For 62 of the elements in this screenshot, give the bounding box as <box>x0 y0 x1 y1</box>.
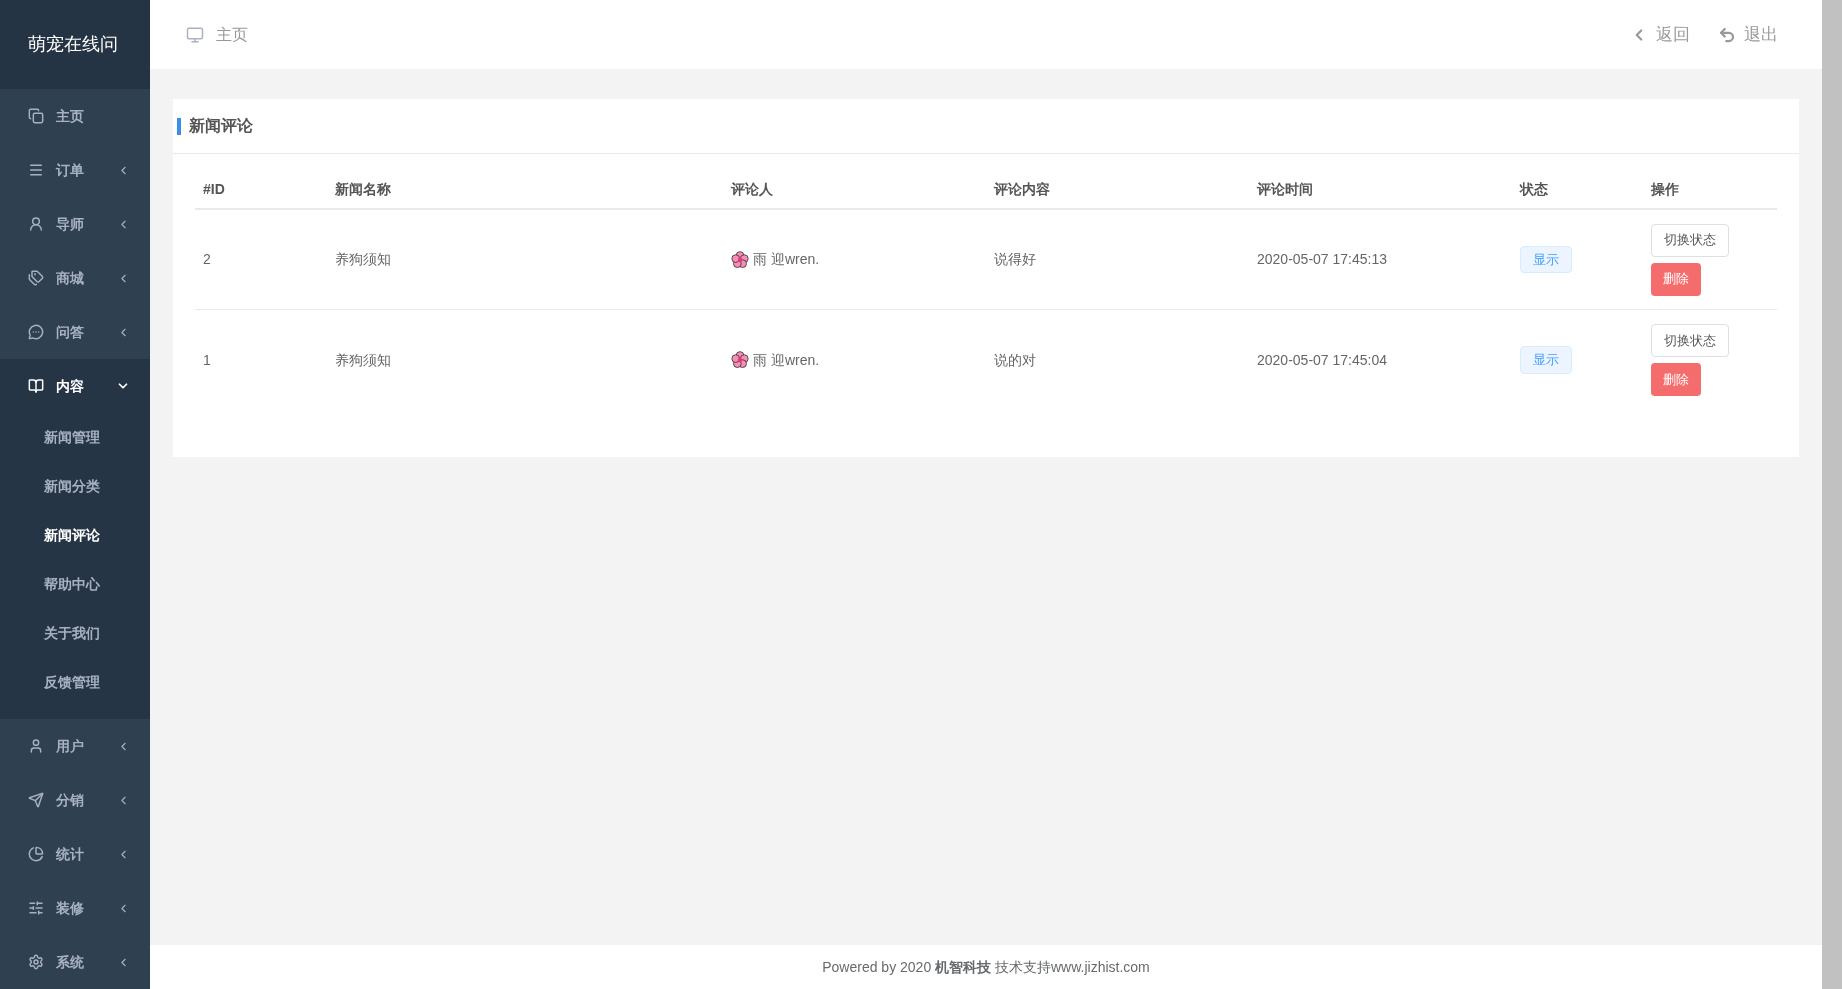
submenu-item[interactable]: 帮助中心 <box>0 560 150 609</box>
toggle-status-button[interactable]: 切换状态 <box>1651 324 1729 357</box>
table-cell-text: 1 <box>202 350 212 370</box>
nav-item[interactable]: 分销 <box>0 773 150 827</box>
back-link[interactable]: 返回 <box>1630 21 1690 48</box>
breadcrumb-link[interactable]: 主页 <box>186 22 248 47</box>
submenu-item[interactable]: 关于我们 <box>0 609 150 658</box>
logo-text: 萌宠在线问 <box>28 33 118 56</box>
column-header: 评论时间 <box>1255 179 1314 199</box>
reply-arrow-icon <box>1718 25 1736 44</box>
table-cell-text: 2020-05-07 17:45:04 <box>1256 350 1388 370</box>
logout-link[interactable]: 退出 <box>1718 21 1778 48</box>
nav-item[interactable]: 商城 <box>0 251 150 305</box>
column-header: 状态 <box>1518 179 1549 199</box>
flower-icon <box>731 250 749 269</box>
submenu-item[interactable]: 新闻分类 <box>0 462 150 511</box>
table-cell-text: 雨 迎wren. <box>753 250 820 269</box>
delete-button[interactable]: 删除 <box>1651 363 1701 396</box>
table-cell-text: 说的对 <box>993 350 1037 370</box>
column-header: 新闻名称 <box>334 179 392 199</box>
book-icon <box>28 378 44 394</box>
monitor-icon <box>186 25 204 44</box>
table-cell-text: 雨 迎wren. <box>753 350 820 370</box>
submenu-item[interactable]: 反馈管理 <box>0 658 150 707</box>
column-header: 评论人 <box>729 179 774 199</box>
status-tag: 显示 <box>1520 346 1572 374</box>
column-header: 操作 <box>1650 179 1680 199</box>
table-cell-text: 说得好 <box>993 250 1037 269</box>
menu-icon <box>28 162 44 178</box>
submenu-item[interactable]: 新闻管理 <box>0 413 150 462</box>
table-cell-text: 养狗须知 <box>334 250 392 269</box>
delete-button[interactable]: 删除 <box>1651 262 1701 296</box>
title-accent-bar <box>177 117 181 135</box>
user-icon <box>28 216 44 232</box>
nav-item[interactable]: 内容 <box>0 359 150 413</box>
settings-icon <box>28 954 44 970</box>
table-cell-text: 养狗须知 <box>334 350 392 370</box>
nav-item[interactable]: 装修 <box>0 881 150 935</box>
card-title: 新闻评论 <box>189 116 253 136</box>
table-cell-text: 2020-05-07 17:45:13 <box>1256 250 1388 269</box>
table-cell-text: 2 <box>202 250 212 269</box>
copy-icon <box>28 108 44 124</box>
footer-text: Powered by 2020 机智科技 技术支持www.jizhist.com <box>822 957 1150 977</box>
nav-item[interactable]: 统计 <box>0 827 150 881</box>
nav-item[interactable]: 用户 <box>0 719 150 773</box>
chat-bubble-icon <box>28 324 44 340</box>
status-tag: 显示 <box>1520 245 1572 274</box>
pie-chart-icon <box>28 846 44 862</box>
column-header: #ID <box>202 179 226 199</box>
flower-icon <box>731 351 749 369</box>
sliders-icon <box>28 900 44 916</box>
submenu-item[interactable]: 新闻评论 <box>0 511 150 560</box>
nav-item[interactable]: 系统 <box>0 935 150 989</box>
nav-item[interactable]: 订单 <box>0 143 150 197</box>
paper-plane-icon <box>28 792 44 808</box>
user-icon <box>28 738 44 754</box>
nav-item[interactable]: 导师 <box>0 197 150 251</box>
tags-icon <box>28 270 44 286</box>
toggle-status-button[interactable]: 切换状态 <box>1651 223 1729 257</box>
nav-item[interactable]: 主页 <box>0 89 150 143</box>
nav-item[interactable]: 问答 <box>0 305 150 359</box>
column-header: 评论内容 <box>992 179 1051 199</box>
